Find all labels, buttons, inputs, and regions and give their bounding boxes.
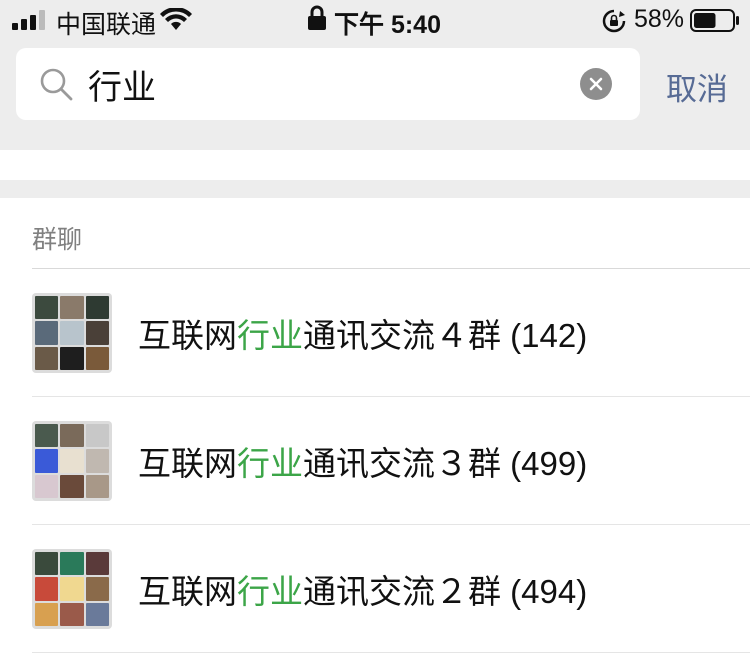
- carrier-name: 中国联通: [56, 11, 157, 39]
- name-suffix: 通讯交流２群 (494): [303, 573, 588, 610]
- member-thumbnail: [35, 602, 59, 626]
- lock-icon: [308, 5, 326, 30]
- member-thumbnail: [60, 424, 84, 448]
- group-chat-result[interactable]: 互联网行业通讯交流２群 (494): [0, 525, 750, 653]
- name-match-highlight: 行业: [237, 445, 303, 482]
- section-separator: [0, 180, 750, 198]
- group-chat-result[interactable]: 互联网行业通讯交流４群 (142): [0, 269, 750, 397]
- member-thumbnail: [85, 424, 109, 448]
- group-chat-name: 互联网行业通讯交流３群 (499): [138, 437, 587, 485]
- search-header: 中国联通 下午 5:40 58% 行业 取消: [0, 0, 750, 150]
- status-bar: 中国联通 下午 5:40 58%: [0, 0, 750, 40]
- battery-icon: [690, 9, 739, 32]
- member-thumbnail: [35, 321, 59, 345]
- group-chat-name: 互联网行业通讯交流２群 (494): [138, 565, 587, 613]
- member-thumbnail: [35, 346, 59, 370]
- group-avatar: [32, 293, 112, 373]
- rotation-lock-icon: [602, 9, 626, 33]
- section-title-group-chats: 群聊: [32, 226, 83, 254]
- name-prefix: 互联网: [138, 445, 237, 482]
- member-thumbnail: [85, 552, 109, 576]
- member-thumbnail: [85, 602, 109, 626]
- search-input[interactable]: [88, 58, 568, 110]
- cancel-button[interactable]: 取消: [666, 64, 728, 109]
- member-thumbnail: [35, 474, 59, 498]
- name-prefix: 互联网: [138, 573, 237, 610]
- member-thumbnail: [85, 321, 109, 345]
- member-thumbnail: [60, 346, 84, 370]
- search-icon: [40, 68, 73, 101]
- member-thumbnail: [85, 346, 109, 370]
- member-thumbnail: [60, 552, 84, 576]
- clear-search-icon[interactable]: [580, 68, 612, 100]
- battery-percentage: 58%: [634, 5, 685, 33]
- name-suffix: 通讯交流４群 (142): [303, 317, 588, 354]
- member-thumbnail: [60, 602, 84, 626]
- member-thumbnail: [85, 474, 109, 498]
- member-thumbnail: [60, 321, 84, 345]
- member-thumbnail: [35, 577, 59, 601]
- name-suffix: 通讯交流３群 (499): [303, 445, 588, 482]
- member-thumbnail: [35, 424, 59, 448]
- member-thumbnail: [35, 449, 59, 473]
- member-thumbnail: [85, 449, 109, 473]
- member-thumbnail: [35, 296, 59, 320]
- group-chat-name: 互联网行业通讯交流４群 (142): [138, 309, 587, 357]
- wifi-icon: [160, 8, 192, 30]
- member-thumbnail: [85, 296, 109, 320]
- cellular-signal-icon: [12, 10, 45, 30]
- search-results: 群聊 互联网行业通讯交流４群 (142) 互联网行业通讯交流３群 (499) 互…: [0, 198, 750, 653]
- group-avatar: [32, 549, 112, 629]
- name-match-highlight: 行业: [237, 317, 303, 354]
- spacer: [0, 150, 750, 180]
- member-thumbnail: [85, 577, 109, 601]
- name-prefix: 互联网: [138, 317, 237, 354]
- member-thumbnail: [60, 296, 84, 320]
- member-thumbnail: [60, 577, 84, 601]
- group-chat-result[interactable]: 互联网行业通讯交流３群 (499): [0, 397, 750, 525]
- name-match-highlight: 行业: [237, 573, 303, 610]
- search-bar: [16, 48, 640, 120]
- clock: 下午 5:40: [334, 11, 441, 39]
- group-avatar: [32, 421, 112, 501]
- member-thumbnail: [60, 449, 84, 473]
- member-thumbnail: [35, 552, 59, 576]
- member-thumbnail: [60, 474, 84, 498]
